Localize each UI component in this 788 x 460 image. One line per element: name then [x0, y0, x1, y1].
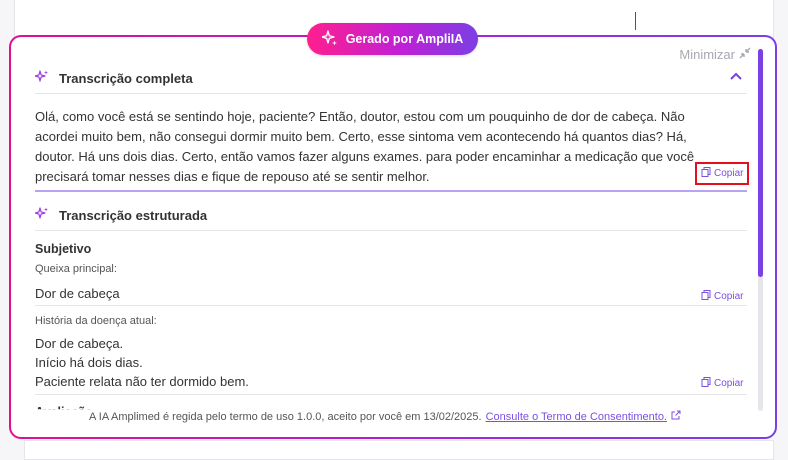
copy-chief-complaint-button[interactable]: Copiar: [701, 290, 743, 303]
copy-label: Copiar: [714, 168, 744, 179]
badge-label: Gerado por AmpliIA: [345, 32, 464, 46]
copy-history-button[interactable]: Copiar: [701, 377, 743, 390]
full-transcription-text: Olá, como você está se sentindo hoje, pa…: [35, 109, 695, 184]
sparkle-icon: [320, 29, 338, 49]
field-label: Queixa principal:: [35, 263, 117, 275]
scrollbar-thumb[interactable]: [758, 49, 763, 277]
field-line: Início há dois dias.: [35, 355, 143, 370]
copy-label: Copiar: [714, 291, 744, 302]
terms-footer: A IA Amplimed é regida pelo termo de uso…: [87, 410, 683, 423]
next-field: [24, 440, 774, 460]
copy-icon: [701, 377, 711, 390]
section-title: Transcrição estruturada: [59, 207, 208, 223]
field-label: História da doença atual:: [35, 315, 157, 327]
copy-transcription-button[interactable]: Copiar: [695, 162, 750, 185]
structured-transcription-header: Transcrição estruturada: [34, 200, 747, 231]
footer-text: A IA Amplimed é regida pelo termo de uso…: [89, 410, 482, 423]
full-transcription-header[interactable]: Transcrição completa: [34, 63, 747, 94]
section-divider: [35, 190, 747, 192]
copy-icon: [701, 290, 711, 303]
next-section-title: Avaliação: [35, 405, 93, 419]
sparkle-icon: [34, 206, 49, 224]
sparkle-icon: [34, 69, 49, 87]
row-divider: [35, 394, 747, 395]
section-title: Transcrição completa: [59, 70, 193, 86]
chevron-up-icon[interactable]: [729, 69, 743, 83]
field-value: Dor de cabeça: [35, 286, 120, 301]
external-link-icon[interactable]: [671, 410, 681, 423]
field-value: Dor de cabeça. Início há dois dias. Paci…: [35, 334, 249, 391]
field-line: Dor de cabeça.: [35, 336, 124, 351]
collapse-arrows-icon: [739, 47, 751, 62]
row-divider: [35, 305, 747, 306]
ai-generated-badge: Gerado por AmpliIA: [307, 23, 478, 55]
copy-icon: [701, 167, 711, 180]
consent-terms-link[interactable]: Consulte o Termo de Consentimento.: [486, 411, 667, 423]
subjective-title: Subjetivo: [35, 242, 92, 256]
minimize-button[interactable]: Minimizar: [679, 47, 751, 62]
ai-transcription-panel: Minimizar Transcrição completa Olá, como…: [9, 35, 777, 439]
scrollbar[interactable]: [758, 49, 763, 411]
field-line: Paciente relata não ter dormido bem.: [35, 374, 249, 389]
minimize-label: Minimizar: [679, 47, 735, 62]
copy-label: Copiar: [714, 378, 744, 389]
text-caret: [635, 12, 636, 30]
